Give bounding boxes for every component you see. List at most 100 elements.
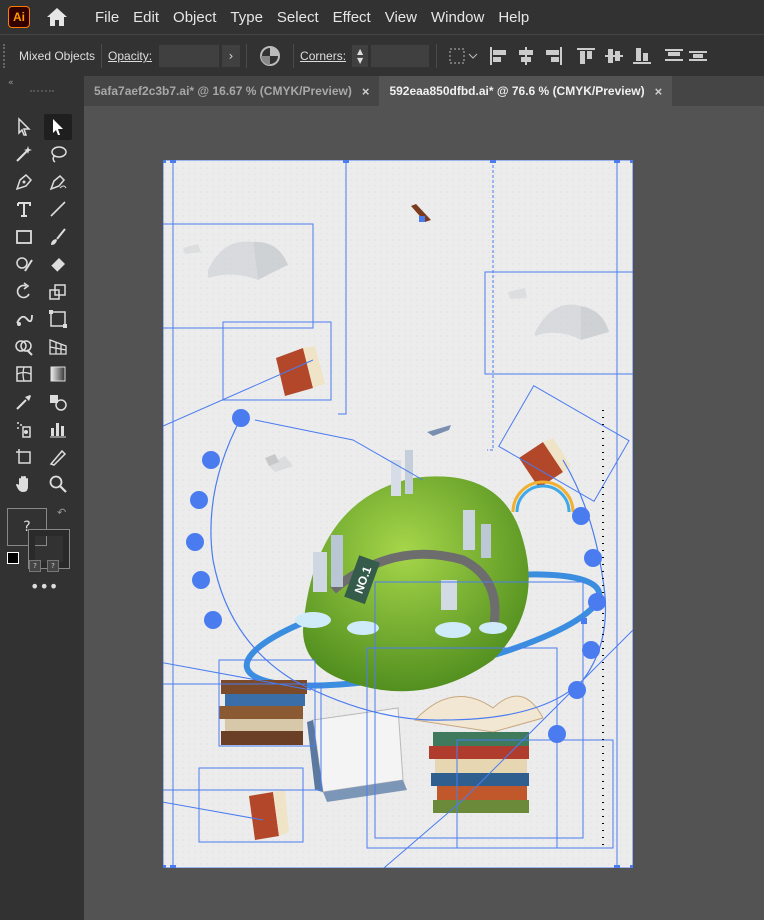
close-icon[interactable]: × (362, 84, 370, 99)
artboard-icon (16, 449, 31, 464)
fill-stroke-widget: ? ↶ ? ? (7, 506, 71, 574)
distribute-vertical-center-icon[interactable] (689, 45, 708, 67)
gradient-tool[interactable] (44, 361, 72, 387)
corners-input[interactable] (370, 44, 431, 68)
column-graph-tool[interactable] (44, 416, 72, 442)
color-mode-swatch[interactable]: ? (29, 560, 41, 572)
zoom-tool[interactable] (44, 471, 72, 497)
slice-icon (49, 449, 67, 466)
paintbrush-icon (51, 228, 66, 245)
magic-wand-tool[interactable] (10, 141, 38, 167)
opacity-input[interactable] (158, 44, 221, 68)
divider (101, 44, 103, 68)
recolor-artwork-icon[interactable] (259, 45, 281, 67)
menu-edit[interactable]: Edit (126, 9, 166, 26)
corners-label[interactable]: Corners: (300, 49, 346, 63)
pen-tool[interactable] (10, 169, 38, 195)
control-bar-grip[interactable] (3, 44, 9, 68)
menu-select[interactable]: Select (270, 9, 326, 26)
perspective-grid-tool[interactable] (44, 334, 72, 360)
tab-document-1[interactable]: 5afa7aef2c3b7.ai* @ 16.67 % (CMYK/Previe… (84, 76, 379, 106)
menu-effect[interactable]: Effect (326, 9, 378, 26)
selection-tool[interactable] (44, 114, 72, 140)
slice-tool[interactable] (44, 444, 72, 470)
puppet-warp-tool[interactable] (10, 306, 38, 332)
blend-tool[interactable] (44, 389, 72, 415)
menu-window[interactable]: Window (424, 9, 491, 26)
pen-icon (15, 173, 33, 191)
lasso-icon (51, 146, 67, 163)
align-to-selection-icon[interactable] (447, 45, 479, 67)
home-button[interactable] (42, 2, 72, 32)
artwork[interactable]: NO.1 (163, 160, 633, 868)
distribute-top-icon[interactable] (663, 45, 685, 67)
chevron-up-icon: ▲ (356, 47, 364, 56)
open-book-center[interactable] (307, 707, 407, 802)
align-right-icon[interactable] (543, 45, 565, 67)
line-icon (50, 201, 66, 217)
document-tabs: 5afa7aef2c3b7.ai* @ 16.67 % (CMYK/Previe… (84, 76, 764, 106)
align-bottom-icon[interactable] (631, 45, 653, 67)
tab-label: 5afa7aef2c3b7.ai* @ 16.67 % (CMYK/Previe… (94, 84, 352, 98)
symbol-sprayer-icon (17, 422, 31, 438)
eraser-icon (50, 258, 65, 273)
main-menu: File Edit Object Type Select Effect View… (88, 9, 536, 26)
mesh-tool[interactable] (10, 361, 38, 387)
hand-icon (16, 476, 28, 492)
shaper-icon (16, 257, 33, 272)
hand-tool[interactable] (10, 471, 38, 497)
direct-selection-tool[interactable] (10, 114, 38, 140)
panel-collapse-icon[interactable]: « (0, 76, 84, 90)
tools-panel: « ? ↶ ? ? ••• (0, 76, 84, 920)
artboard[interactable]: NO.1 (163, 160, 633, 868)
direct-selection-icon (18, 117, 31, 136)
gradient-mode-swatch[interactable]: ? (47, 560, 59, 572)
opacity-arrow-button[interactable]: › (222, 45, 241, 67)
artboard-tool[interactable] (10, 444, 38, 470)
corners-stepper[interactable]: ▲ ▼ (352, 45, 369, 67)
puppet-warp-icon (16, 314, 33, 326)
align-vertical-center-icon[interactable] (603, 45, 625, 67)
align-horizontal-center-icon[interactable] (515, 45, 537, 67)
curvature-icon (49, 174, 67, 191)
menu-type[interactable]: Type (223, 9, 270, 26)
rotate-tool[interactable] (10, 279, 38, 305)
edit-toolbar-button[interactable]: ••• (30, 579, 58, 597)
free-transform-tool[interactable] (44, 306, 72, 332)
menu-bar: Ai File Edit Object Type Select Effect V… (0, 0, 764, 34)
blend-icon (50, 395, 67, 411)
menu-file[interactable]: File (88, 9, 126, 26)
eyedropper-tool[interactable] (10, 389, 38, 415)
shaper-tool[interactable] (10, 251, 38, 277)
rotate-icon (16, 282, 30, 299)
tab-document-2[interactable]: 592eaa850dfbd.ai* @ 76.6 % (CMYK/Preview… (379, 76, 673, 106)
menu-object[interactable]: Object (166, 9, 223, 26)
menu-help[interactable]: Help (491, 9, 536, 26)
document-canvas[interactable]: NO.1 (84, 106, 764, 920)
rectangle-tool[interactable] (10, 224, 38, 250)
opacity-label[interactable]: Opacity: (108, 49, 152, 63)
type-icon (17, 202, 31, 217)
curvature-tool[interactable] (44, 169, 72, 195)
home-icon (47, 8, 67, 26)
type-tool[interactable] (10, 196, 38, 222)
align-left-icon[interactable] (487, 45, 509, 67)
book-stack-left[interactable] (219, 680, 307, 745)
paintbrush-tool[interactable] (44, 224, 72, 250)
eraser-tool[interactable] (44, 251, 72, 277)
swap-fill-stroke-icon[interactable]: ↶ (57, 506, 66, 519)
panel-grip[interactable] (30, 90, 54, 98)
default-colors-icon[interactable] (7, 552, 19, 564)
mesh-icon (16, 366, 32, 382)
divider (436, 44, 438, 68)
close-icon[interactable]: × (655, 84, 663, 99)
symbol-sprayer-tool[interactable] (10, 416, 38, 442)
line-tool[interactable] (44, 196, 72, 222)
shape-builder-tool[interactable] (10, 334, 38, 360)
scale-tool[interactable] (44, 279, 72, 305)
red-book-bottom[interactable] (249, 790, 289, 840)
scale-icon (49, 284, 66, 300)
menu-view[interactable]: View (378, 9, 424, 26)
align-top-icon[interactable] (575, 45, 597, 67)
lasso-tool[interactable] (44, 141, 72, 167)
